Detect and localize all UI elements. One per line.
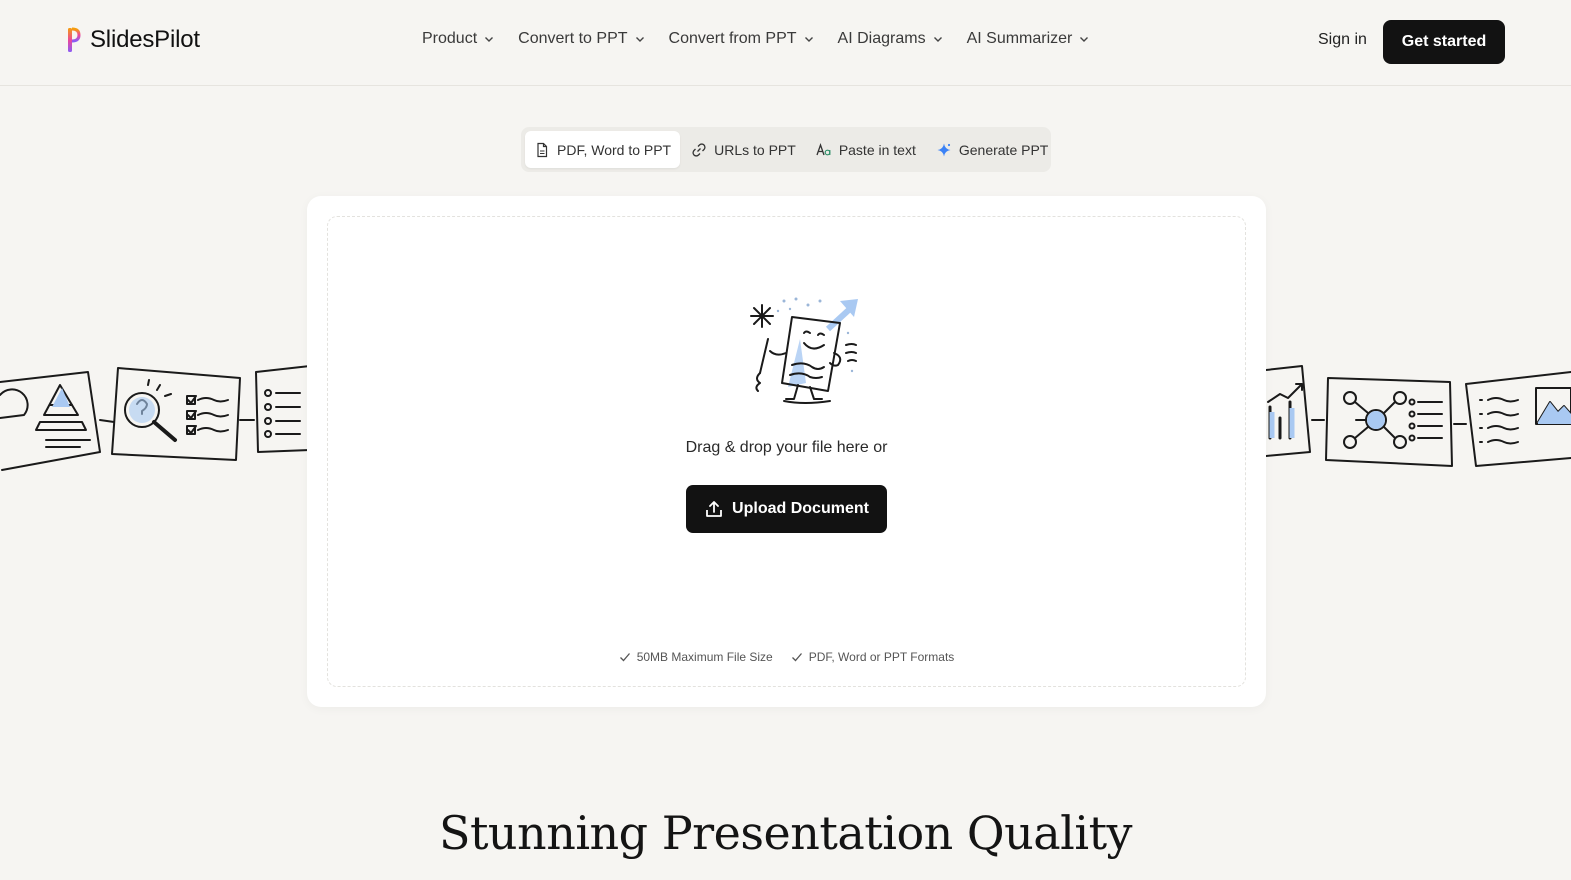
nav-label: Product [422, 30, 478, 47]
spec-max-size: 50MB Maximum File Size [619, 650, 773, 664]
nav-label: AI Diagrams [837, 30, 926, 47]
upload-button-label: Upload Document [732, 500, 869, 517]
file-dropzone[interactable]: Drag & drop your file here or Upload Doc… [327, 216, 1246, 687]
section-heading: Stunning Presentation Quality [438, 806, 1133, 860]
nav-convert-from-ppt[interactable]: Convert from PPT [669, 30, 814, 48]
sparkle-icon [937, 143, 951, 156]
nav-label: AI Summarizer [966, 30, 1073, 47]
link-icon [692, 142, 706, 157]
text-icon [816, 142, 831, 155]
nav-product[interactable]: Product [422, 30, 494, 48]
slide-sketches-left [0, 365, 310, 471]
document-mascot-illustration [750, 297, 858, 404]
tab-label: PDF, Word to PPT [557, 141, 672, 158]
logo-text: SlidesPilot [90, 26, 200, 53]
nav-convert-to-ppt[interactable]: Convert to PPT [518, 30, 644, 48]
tab-pdf-word-to-ppt[interactable]: PDF, Word to PPT [525, 131, 681, 168]
get-started-button[interactable]: Get started [1383, 20, 1505, 64]
tab-urls-to-ppt[interactable]: URLs to PPT [682, 131, 805, 168]
document-icon [537, 142, 548, 157]
chevron-down-icon [485, 37, 494, 42]
sign-in-link[interactable]: Sign in [1318, 31, 1367, 49]
slide-sketches-right [1266, 365, 1571, 467]
nav-ai-summarizer[interactable]: AI Summarizer [967, 30, 1090, 48]
chevron-down-icon [1080, 37, 1089, 42]
tab-label: URLs to PPT [714, 141, 796, 158]
upload-card: Drag & drop your file here or Upload Doc… [307, 196, 1266, 707]
chevron-down-icon [804, 37, 813, 42]
chevron-down-icon [635, 37, 644, 42]
nav-ai-diagrams[interactable]: AI Diagrams [838, 30, 943, 48]
logo[interactable]: SlidesPilot [66, 26, 200, 54]
main-nav: Product Convert to PPT Convert from PPT … [422, 30, 1089, 48]
upload-document-button[interactable]: Upload Document [686, 485, 887, 533]
input-mode-tabs: PDF, Word to PPT URLs to PPT Paste in te… [521, 127, 1051, 172]
slidespilot-logo-icon [68, 27, 81, 52]
tab-label: Generate PPT [958, 141, 1049, 158]
tab-label: Paste in text [838, 141, 916, 158]
tab-paste-in-text[interactable]: Paste in text [807, 131, 925, 168]
spec-text: PDF, Word or PPT Formats [808, 650, 955, 664]
check-icon [791, 653, 802, 662]
upload-icon [706, 501, 722, 517]
top-header: SlidesPilot Product Convert to PPT Conve… [0, 0, 1571, 86]
nav-label: Convert to PPT [518, 30, 628, 47]
upload-requirements: 50MB Maximum File Size PDF, Word or PPT … [328, 650, 1245, 664]
nav-label: Convert from PPT [668, 30, 797, 47]
spec-formats: PDF, Word or PPT Formats [791, 650, 955, 664]
tab-generate-ppt[interactable]: Generate PPT [927, 131, 1058, 168]
drag-drop-text: Drag & drop your file here or [685, 439, 888, 456]
check-icon [619, 653, 630, 662]
spec-text: 50MB Maximum File Size [636, 650, 773, 664]
chevron-down-icon [933, 37, 942, 42]
